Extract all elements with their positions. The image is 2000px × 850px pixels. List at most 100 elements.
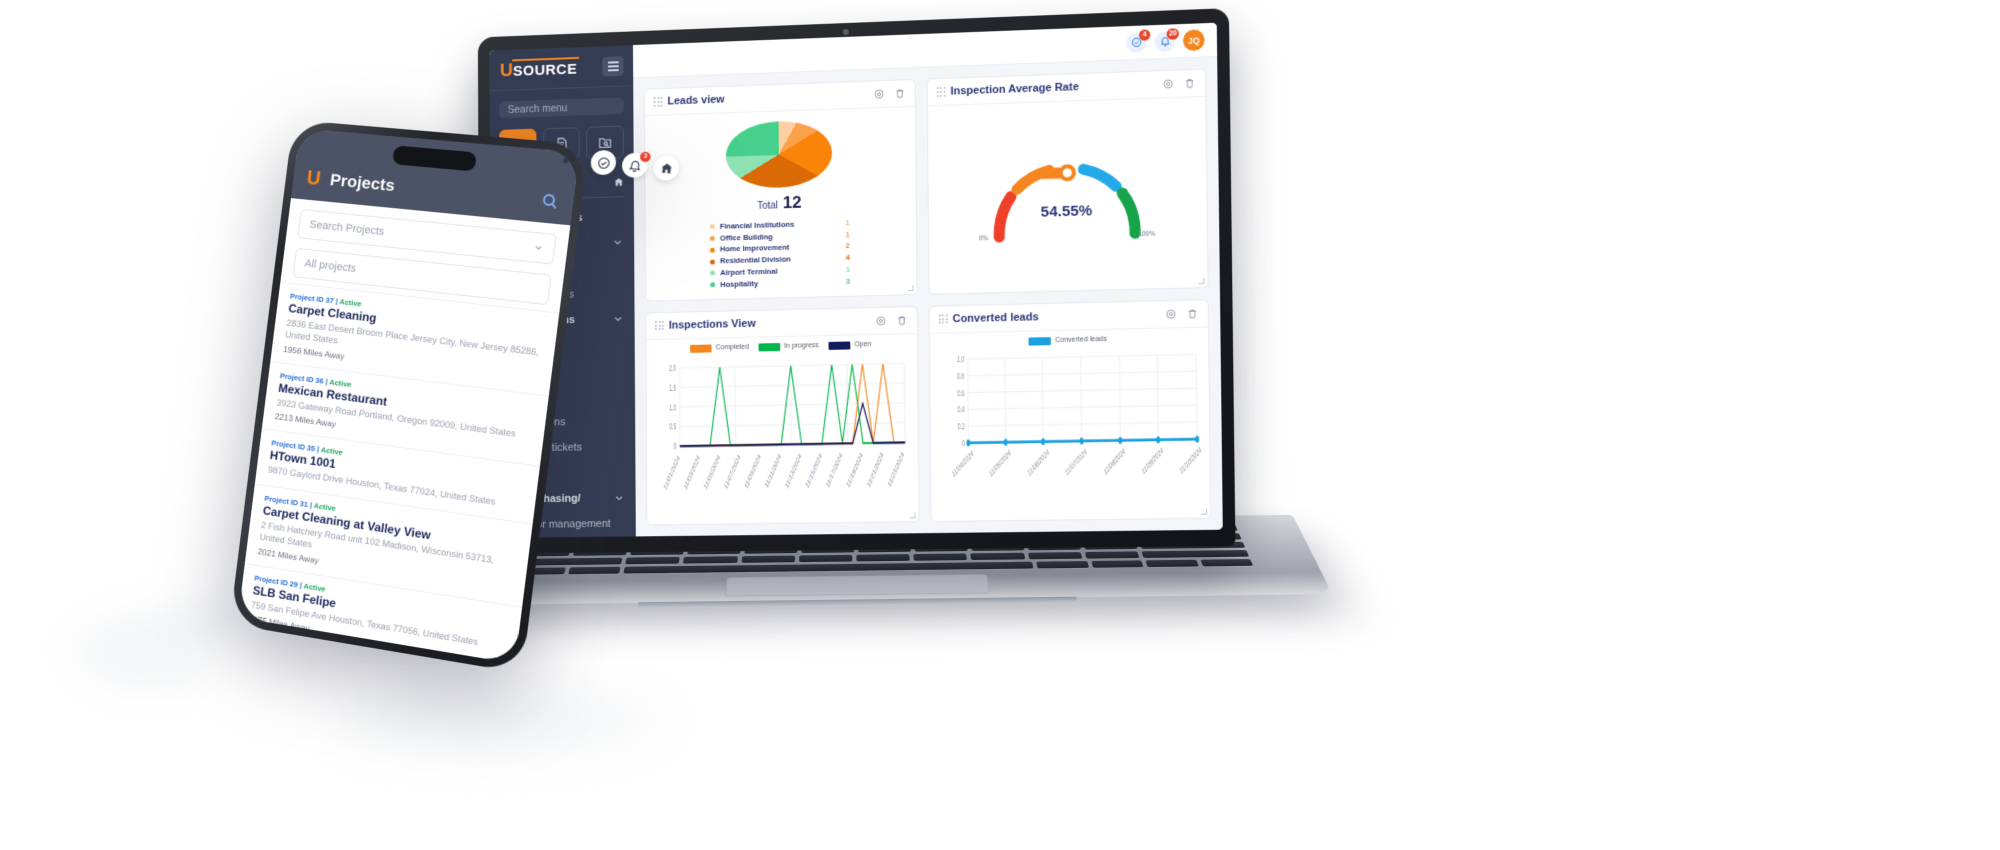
svg-text:11/06/2024: 11/06/2024 <box>1027 448 1050 478</box>
dashboard-grid: Leads view Total 12 Financial Institutio… <box>633 57 1223 536</box>
resize-handle[interactable] <box>1200 508 1208 515</box>
y-tick: 0 <box>961 437 964 448</box>
drag-handle-icon[interactable] <box>938 314 948 324</box>
svg-text:11/13/2024: 11/13/2024 <box>785 452 803 491</box>
chevron-down-icon <box>612 236 624 248</box>
search-menu-input[interactable]: Search menu <box>499 97 624 119</box>
search-placeholder: Search Projects <box>308 218 385 239</box>
folder-search-icon <box>598 135 613 150</box>
converted-plot: 1.0 0.8 0.6 0.4 0.2 0 11/04/2024 11/05/2… <box>938 344 1202 509</box>
card-tools <box>1162 77 1196 90</box>
meta-separator: | <box>309 500 313 510</box>
legend-item: Completed <box>690 343 749 353</box>
legend-swatch <box>710 270 716 276</box>
svg-text:11/10/2024: 11/10/2024 <box>1179 445 1202 475</box>
svg-text:11/19/2024: 11/19/2024 <box>846 451 864 490</box>
y-tick: 1.5 <box>669 382 676 393</box>
phone-notifications-button[interactable]: 3 <box>620 151 652 179</box>
leads-pie-chart <box>725 119 833 190</box>
pie-chart-wrap: Total 12 Financial Institutions 1 Office… <box>653 113 908 292</box>
gear-icon[interactable] <box>874 314 886 326</box>
phone-screen: U Projects Search Projects All projects <box>237 128 580 664</box>
gauge-wrap: 54.55% 0% 100% <box>935 103 1199 285</box>
svg-text:11/17/2024: 11/17/2024 <box>826 451 844 490</box>
gear-icon[interactable] <box>1162 78 1174 91</box>
legend-value: 3 <box>845 276 851 286</box>
trackpad[interactable] <box>724 574 991 597</box>
card-body: Completed In progress Open 2.0 1.5 1.0 0… <box>646 334 918 525</box>
drag-handle-icon[interactable] <box>936 87 946 97</box>
trash-icon[interactable] <box>1184 77 1196 90</box>
chevron-down-icon <box>613 492 625 504</box>
filter-value: All projects <box>303 257 357 275</box>
x-axis-labels: 11/01/2024 11/03/2024 11/05/2024 11/07/2… <box>663 450 905 492</box>
card-body: Total 12 Financial Institutions 1 Office… <box>645 107 916 300</box>
card-tools <box>1165 307 1199 320</box>
app-logo[interactable]: U SOURCE <box>499 59 577 82</box>
tasks-badge: 4 <box>1138 28 1151 41</box>
card-converted-leads: Converted leads Converted leads 1.0 0.8 … <box>928 298 1212 523</box>
legend-swatch <box>710 224 715 230</box>
card-body: Converted leads 1.0 0.8 0.6 0.4 0.2 0 11… <box>929 327 1210 521</box>
legend-swatch <box>1028 336 1052 346</box>
legend-label: Converted leads <box>1055 335 1107 345</box>
card-tools <box>874 314 907 327</box>
legend-item: Converted leads <box>1028 335 1107 346</box>
pie-total-value: 12 <box>782 192 802 213</box>
drag-handle-icon[interactable] <box>653 97 663 107</box>
pie-total: Total 12 <box>757 193 801 214</box>
laptop-screen: U SOURCE Search menu Purchasing/ Vendor … <box>489 22 1223 539</box>
drag-handle-icon[interactable] <box>654 320 664 331</box>
legend-value: 2 <box>845 241 850 251</box>
phone-logo: U <box>305 167 322 191</box>
legend-item: Open <box>828 340 872 350</box>
y-tick: 0.4 <box>957 403 964 414</box>
legend-item: Hospitality 3 <box>710 276 850 291</box>
home-icon[interactable] <box>613 176 624 187</box>
y-tick: 0.2 <box>957 420 964 431</box>
phone-home-button[interactable] <box>652 154 681 182</box>
card-body: 54.55% 0% 100% <box>927 97 1207 293</box>
laptop-front-edge <box>636 596 1079 609</box>
legend-swatch <box>758 342 781 351</box>
legend-label: Open <box>854 341 872 349</box>
y-tick: 0.5 <box>669 421 676 432</box>
notifications-button[interactable]: 20 <box>1154 27 1179 52</box>
avatar[interactable]: JQ <box>1182 29 1205 52</box>
tasks-button[interactable]: 4 <box>1125 28 1151 53</box>
y-tick: 0.8 <box>956 370 963 381</box>
gauge-svg <box>980 144 1153 244</box>
phone-body: Search Projects All projects Project ID … <box>237 198 571 664</box>
legend-value: 4 <box>845 253 850 263</box>
card-leads-view: Leads view Total 12 Financial Institutio… <box>643 78 918 302</box>
trash-icon[interactable] <box>895 314 907 326</box>
logo-u-mark: U <box>499 60 513 82</box>
gear-icon[interactable] <box>873 88 885 100</box>
legend-label: Residential Division <box>720 254 791 266</box>
card-tools <box>873 87 906 100</box>
check-circle-icon <box>596 155 611 169</box>
phone-tasks-button[interactable] <box>589 149 618 176</box>
svg-text:11/05/2024: 11/05/2024 <box>704 453 722 491</box>
menu-toggle-button[interactable] <box>602 56 624 77</box>
meta-separator: | <box>299 580 303 590</box>
legend-value: 1 <box>845 264 851 274</box>
front-camera-icon <box>562 157 569 164</box>
meta-separator: | <box>316 444 320 455</box>
svg-text:11/07/2024: 11/07/2024 <box>1064 447 1087 477</box>
page-title: Projects <box>328 170 396 196</box>
svg-text:11/11/2024: 11/11/2024 <box>765 452 783 490</box>
legend-label: In progress <box>784 342 819 350</box>
inspections-line-chart: 2.0 1.5 1.0 0.5 0 11/01/2024 11/03/2024 … <box>663 351 910 492</box>
legend-label: Hospitality <box>720 278 759 289</box>
gear-icon[interactable] <box>1165 307 1177 319</box>
resize-handle[interactable] <box>908 512 916 519</box>
resize-handle[interactable] <box>907 284 914 291</box>
search-icon[interactable] <box>539 191 560 211</box>
resize-handle[interactable] <box>1198 277 1205 284</box>
phone-notifications-badge: 3 <box>639 151 652 163</box>
card-inspection-average-rate: Inspection Average Rate 54.55% 0% 100% <box>926 68 1209 295</box>
trash-icon[interactable] <box>1186 307 1198 319</box>
trash-icon[interactable] <box>893 87 905 99</box>
svg-text:11/09/2024: 11/09/2024 <box>1141 446 1164 476</box>
